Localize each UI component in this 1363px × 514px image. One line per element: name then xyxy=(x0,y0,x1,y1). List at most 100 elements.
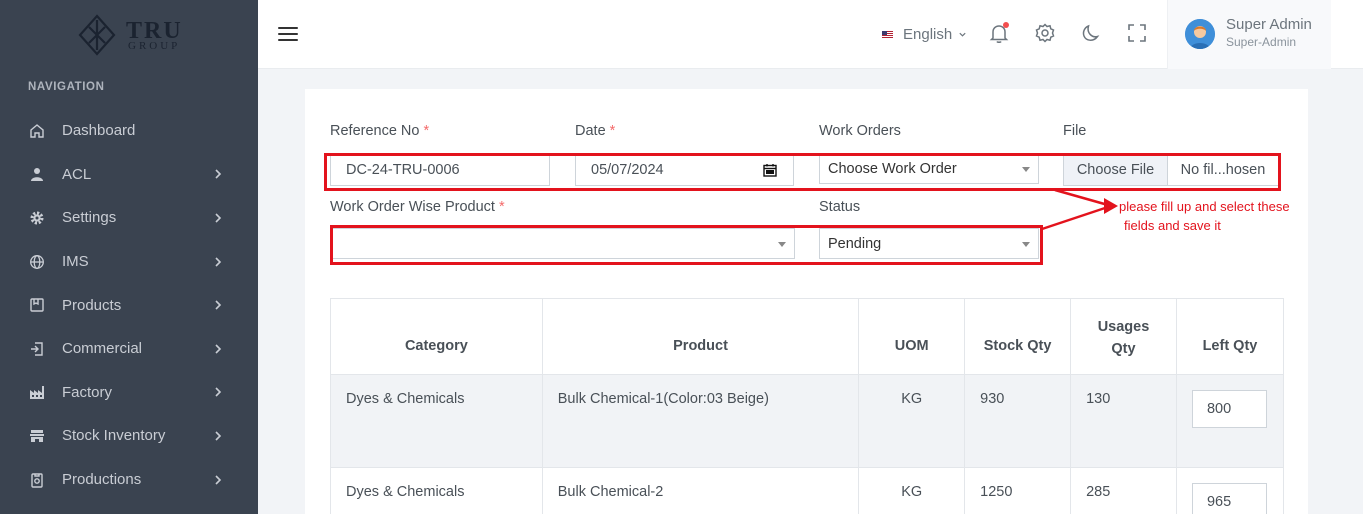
cell-category: Dyes & Chemicals xyxy=(330,467,543,514)
cell-left-qty: 800 xyxy=(1175,374,1285,468)
sidebar-item-label: Productions xyxy=(62,471,142,489)
cell-product: Bulk Chemical-1(Color:03 Beige) xyxy=(541,374,860,468)
annotation-note: please fill up and select these fields a… xyxy=(1119,197,1339,235)
logo-subtext: GROUP xyxy=(128,40,181,52)
globe-icon xyxy=(29,254,45,270)
status-select[interactable]: Pending xyxy=(819,228,1039,259)
cell-left-qty: 965 xyxy=(1175,467,1285,514)
notification-bell-icon[interactable] xyxy=(988,22,1010,46)
sidebar-item-ims[interactable]: IMS xyxy=(0,240,258,284)
table-header-row: Category Product UOM Stock Qty Usages Qt… xyxy=(330,298,1285,375)
cell-usages-qty: 130 xyxy=(1070,374,1177,468)
chevron-right-icon xyxy=(215,431,222,441)
sidebar-item-settings[interactable]: Settings xyxy=(0,196,258,240)
logo-mark-icon xyxy=(78,14,116,56)
home-icon xyxy=(29,123,45,139)
wo-product-label: Work Order Wise Product * xyxy=(330,199,505,215)
choose-file-button[interactable]: Choose File xyxy=(1064,154,1168,185)
sidebar-item-stock-inventory[interactable]: Stock Inventory xyxy=(0,414,258,458)
date-value: 05/07/2024 xyxy=(591,161,664,178)
sidebar-item-label: Factory xyxy=(62,383,113,401)
sidebar-item-commercial[interactable]: Commercial xyxy=(0,327,258,371)
reference-no-label: Reference No * xyxy=(330,123,430,139)
calendar-icon[interactable] xyxy=(763,163,777,177)
sidebar-item-factory[interactable]: Factory xyxy=(0,371,258,415)
chevron-right-icon xyxy=(215,300,222,310)
user-name: Super Admin xyxy=(1226,16,1312,33)
file-label: File xyxy=(1063,123,1087,139)
sidebar-item-label: Stock Inventory xyxy=(62,427,166,445)
language-label: English xyxy=(903,26,953,43)
col-header-category: Category xyxy=(330,298,543,375)
chevron-right-icon xyxy=(215,213,222,223)
col-header-product: Product xyxy=(541,298,860,375)
settings-gear-icon[interactable] xyxy=(1034,22,1056,46)
chevron-right-icon xyxy=(215,474,222,485)
sidebar-item-label: Dashboard xyxy=(62,122,136,140)
select-caret-icon xyxy=(1022,166,1030,172)
factory-icon xyxy=(29,384,45,400)
box-icon xyxy=(29,297,45,313)
nav-list: Dashboard ACL Settings IMS Products Comm… xyxy=(0,109,258,501)
sidebar: TRU GROUP NAVIGATION Dashboard ACL Setti… xyxy=(0,0,258,514)
notification-dot xyxy=(1003,22,1009,28)
reference-no-input[interactable]: DC-24-TRU-0006 xyxy=(330,153,550,186)
sign-in-icon xyxy=(29,341,45,357)
select-caret-icon xyxy=(1022,241,1030,247)
file-input[interactable]: Choose File No fil...hosen xyxy=(1063,153,1279,186)
status-value: Pending xyxy=(828,235,882,252)
chevron-right-icon xyxy=(215,169,222,179)
select-caret-icon xyxy=(778,241,786,247)
work-orders-value: Choose Work Order xyxy=(828,160,957,177)
sidebar-item-dashboard[interactable]: Dashboard xyxy=(0,109,258,153)
status-label: Status xyxy=(819,199,861,215)
col-header-left-qty: Left Qty xyxy=(1175,298,1285,375)
cell-product: Bulk Chemical-2 xyxy=(541,467,860,514)
work-orders-select[interactable]: Choose Work Order xyxy=(819,153,1039,184)
us-flag-icon xyxy=(882,30,893,39)
sidebar-item-label: ACL xyxy=(62,165,92,183)
dark-mode-moon-icon[interactable] xyxy=(1080,22,1102,46)
chevron-right-icon xyxy=(215,387,222,397)
user-menu[interactable]: Super Admin Super-Admin xyxy=(1167,0,1331,69)
work-orders-label: Work Orders xyxy=(819,123,901,139)
col-header-usages-qty: Usages Qty xyxy=(1070,298,1177,375)
wo-product-select[interactable] xyxy=(330,228,795,259)
cell-uom: KG xyxy=(858,467,966,514)
fullscreen-icon[interactable] xyxy=(1126,22,1148,46)
chevron-right-icon xyxy=(215,257,222,267)
sidebar-item-label: Settings xyxy=(62,209,117,227)
user-role: Super-Admin xyxy=(1226,35,1297,49)
annotation-line-1: please fill up and select these xyxy=(1119,199,1290,214)
cell-stock-qty: 1250 xyxy=(964,467,1072,514)
left-qty-input[interactable]: 965 xyxy=(1191,483,1267,514)
clipboard-icon xyxy=(29,472,45,488)
gear-icon xyxy=(29,210,45,226)
company-logo[interactable]: TRU GROUP xyxy=(78,14,188,56)
table-row: Dyes & Chemicals Bulk Chemical-1(Color:0… xyxy=(330,374,1285,468)
cell-category: Dyes & Chemicals xyxy=(330,374,543,468)
nav-heading: NAVIGATION xyxy=(28,81,105,93)
col-header-uom: UOM xyxy=(858,298,966,375)
sidebar-item-label: Commercial xyxy=(62,340,143,358)
items-table: Category Product UOM Stock Qty Usages Qt… xyxy=(330,298,1285,514)
table-row: Dyes & Chemicals Bulk Chemical-2 KG 1250… xyxy=(330,467,1285,514)
cell-uom: KG xyxy=(858,374,966,468)
sidebar-item-label: Products xyxy=(62,296,122,314)
store-icon xyxy=(29,428,45,444)
cell-usages-qty: 285 xyxy=(1070,467,1177,514)
menu-toggle-icon[interactable] xyxy=(278,27,298,43)
date-input[interactable]: 05/07/2024 xyxy=(575,153,794,186)
sidebar-item-acl[interactable]: ACL xyxy=(0,153,258,197)
sidebar-item-products[interactable]: Products xyxy=(0,283,258,327)
sidebar-item-productions[interactable]: Productions xyxy=(0,458,258,502)
date-label: Date * xyxy=(575,123,616,139)
chevron-right-icon xyxy=(215,344,222,354)
col-header-stock-qty: Stock Qty xyxy=(964,298,1072,375)
user-icon xyxy=(29,166,45,182)
cell-stock-qty: 930 xyxy=(964,374,1072,468)
avatar xyxy=(1185,19,1215,49)
language-selector[interactable]: English xyxy=(882,26,967,43)
annotation-line-2: fields and save it xyxy=(1124,218,1221,233)
left-qty-input[interactable]: 800 xyxy=(1191,390,1267,428)
